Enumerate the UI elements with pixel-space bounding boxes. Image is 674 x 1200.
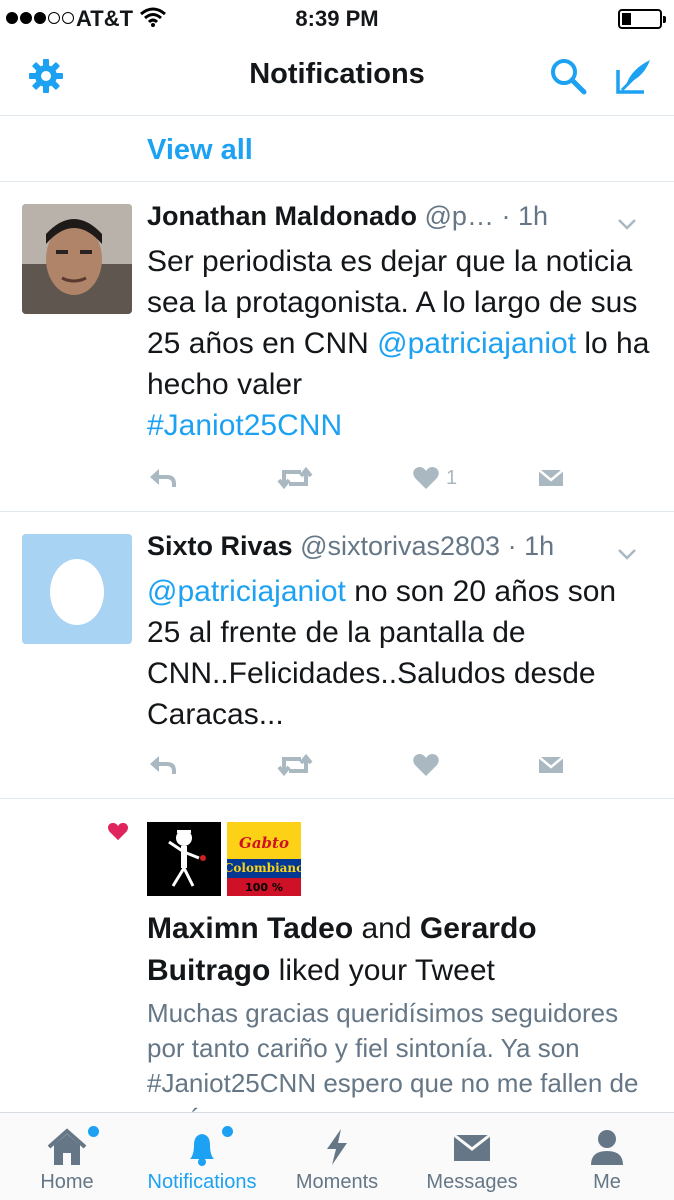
status-bar: AT&T 8:39 PM xyxy=(0,0,674,38)
tweet-handle: @p… xyxy=(424,201,494,231)
tweet-author[interactable]: Jonathan Maldonado xyxy=(147,201,417,231)
conjunction: and xyxy=(353,912,420,945)
direct-message-icon[interactable] xyxy=(537,466,565,490)
like-button[interactable]: 1 xyxy=(412,466,457,490)
quoted-tweet-text: Muchas gracias queridísimos seguidores p… xyxy=(147,998,639,1112)
tweet-header: Sixto Rivas @sixtorivas2803 · 1h xyxy=(147,531,657,567)
tab-bar: Home Notifications Moments Messages Me xyxy=(0,1112,674,1200)
tweet-header: Jonathan Maldonado @p… · 1h xyxy=(147,201,657,237)
avatar[interactable] xyxy=(147,822,221,896)
heart-icon xyxy=(107,822,129,846)
tweet-text: @patriciajaniot no son 20 años son 25 al… xyxy=(147,571,657,735)
mention-link[interactable]: @patriciajaniot xyxy=(377,327,576,360)
lightning-icon xyxy=(317,1127,357,1167)
battery-icon xyxy=(618,9,666,29)
new-content-dot xyxy=(88,1126,99,1137)
tweet-handle: @sixtorivas2803 xyxy=(300,531,501,561)
liker-name[interactable]: Maximn Tadeo xyxy=(147,912,353,945)
tweet-time: · 1h xyxy=(501,201,548,231)
tweet-item[interactable]: Sixto Rivas @sixtorivas2803 · 1h @patric… xyxy=(0,513,674,799)
tab-label: Notifications xyxy=(147,1171,257,1193)
navigation-bar: Notifications xyxy=(0,38,674,116)
avatar[interactable] xyxy=(22,204,132,314)
tweet-time: · 1h xyxy=(507,531,555,561)
tab-label: Me xyxy=(593,1171,621,1193)
heart-icon xyxy=(413,467,439,489)
badge-line-3: 100 % xyxy=(245,881,283,894)
tweet-text: Ser periodista es dejar que la noticia s… xyxy=(147,241,657,446)
avatar[interactable]: Gabto Colombiano 100 % xyxy=(227,822,301,896)
tweet-item[interactable]: Jonathan Maldonado @p… · 1h Ser periodis… xyxy=(0,183,674,512)
retweet-icon[interactable] xyxy=(277,466,313,490)
like-count: 1 xyxy=(446,466,458,489)
new-content-dot xyxy=(222,1126,233,1137)
hashtag-link[interactable]: #Janiot25CNN xyxy=(147,409,342,442)
bell-icon xyxy=(182,1127,222,1167)
tweet-actions: 1 xyxy=(147,466,577,496)
retweet-icon[interactable] xyxy=(277,753,313,777)
direct-message-icon[interactable] xyxy=(537,753,565,777)
reply-icon[interactable] xyxy=(147,753,177,777)
home-icon xyxy=(47,1127,87,1167)
tab-label: Messages xyxy=(426,1171,518,1193)
tab-label: Home xyxy=(40,1171,94,1193)
view-all-row: View all xyxy=(0,117,674,182)
tab-home[interactable]: Home xyxy=(0,1113,134,1200)
action-text: liked your Tweet xyxy=(270,954,495,987)
tab-messages[interactable]: Messages xyxy=(405,1113,539,1200)
avatar-egg-default[interactable] xyxy=(22,534,132,644)
chevron-down-icon[interactable] xyxy=(617,207,637,238)
tab-moments[interactable]: Moments xyxy=(270,1113,404,1200)
heart-icon xyxy=(413,754,439,776)
compose-tweet-icon[interactable] xyxy=(614,56,654,96)
like-button[interactable] xyxy=(412,753,440,777)
reply-icon[interactable] xyxy=(147,466,177,490)
chevron-down-icon[interactable] xyxy=(617,537,637,568)
tab-me[interactable]: Me xyxy=(540,1113,674,1200)
person-icon xyxy=(587,1127,627,1167)
search-icon[interactable] xyxy=(548,56,588,96)
notification-title: Maximn Tadeo and Gerardo Buitrago liked … xyxy=(147,908,647,992)
clock: 8:39 PM xyxy=(295,6,379,31)
tab-label: Moments xyxy=(295,1171,379,1193)
badge-line-2: Colombiano xyxy=(227,861,301,875)
tweet-author[interactable]: Sixto Rivas xyxy=(147,531,293,561)
tab-notifications[interactable]: Notifications xyxy=(135,1113,269,1200)
badge-line-1: Gabto xyxy=(239,834,289,852)
tweet-actions xyxy=(147,753,577,783)
view-all-link[interactable]: View all xyxy=(147,134,253,167)
envelope-icon xyxy=(452,1127,492,1167)
mention-link[interactable]: @patriciajaniot xyxy=(147,575,346,608)
like-notification[interactable]: Gabto Colombiano 100 % Maximn Tadeo and … xyxy=(0,800,674,1112)
